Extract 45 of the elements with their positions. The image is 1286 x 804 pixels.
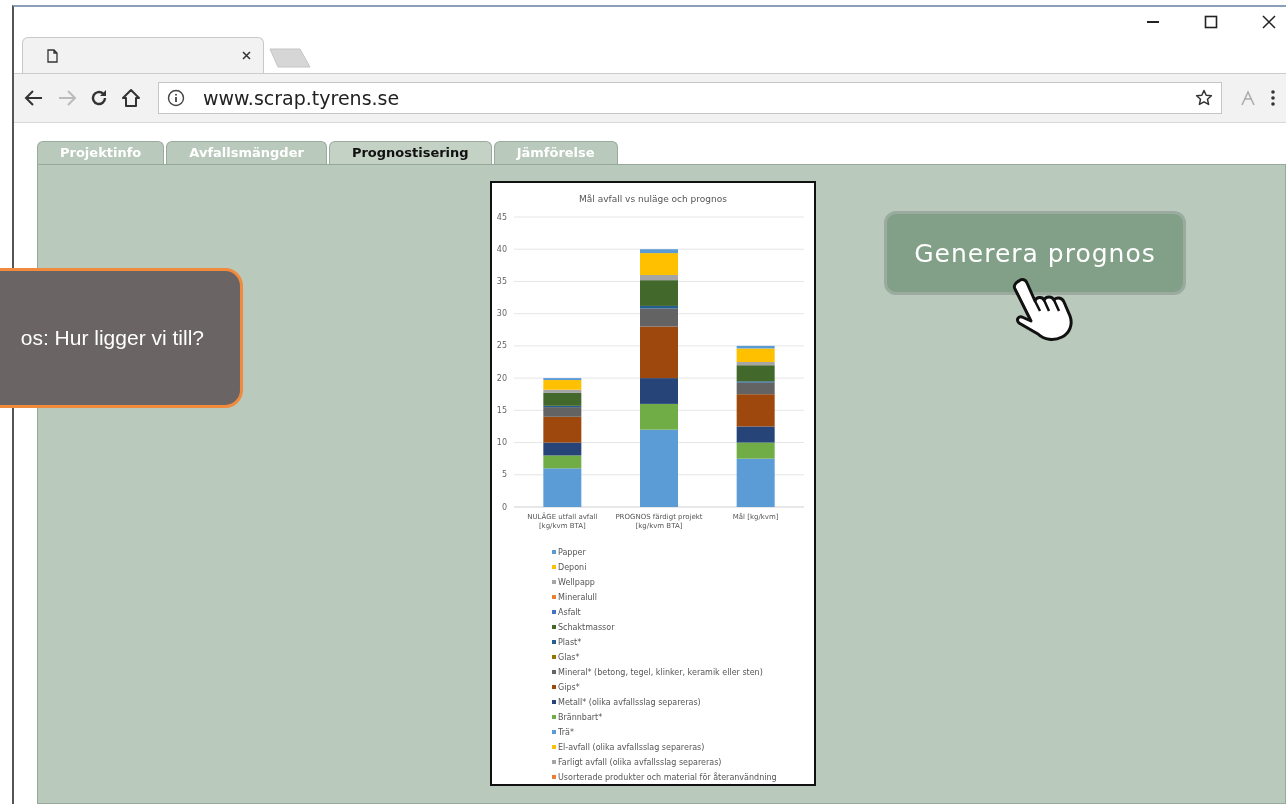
close-icon[interactable] [242,51,251,60]
axis-tick-label: 30 [496,309,507,319]
axis-tick-label: 0 [501,502,507,512]
axis-tick-label: 20 [496,373,507,383]
back-icon[interactable] [24,89,44,107]
axis-tick-label: 45 [496,212,507,222]
page-tab[interactable]: Avfallsmängder [166,141,327,164]
legend-label: Usorterade produkter och material för återanvändning [558,772,777,782]
axis-tick-label: 40 [496,244,507,254]
menu-icon[interactable] [1270,89,1276,107]
legend-label: Brännbart* [558,712,603,722]
legend-label: Papper [558,547,586,557]
legend-label: Farligt avfall (olika avfallsslag separeras) [558,757,722,767]
legend-label: Asfalt [558,607,581,617]
address-bar[interactable]: www.scrap.tyrens.se [158,82,1222,114]
legend-label: El-avfall (olika avfallsslag separeras) [558,742,705,752]
callout-text: os: Hur ligger vi till? [20,326,204,350]
legend-label: Trä* [558,727,574,737]
axis-tick-label: 10 [496,438,507,448]
axis-tick-label: 25 [496,341,507,351]
page-icon [47,48,58,63]
axis-tick-label: 35 [496,276,507,286]
legend-label: Wellpapp [558,577,595,587]
home-icon[interactable] [121,88,141,108]
reload-icon[interactable] [90,89,108,107]
legend-label: Metall* (olika avfallsslag separeras) [558,697,701,707]
legend-label: Plast* [558,637,582,647]
page-tab[interactable]: Prognostisering [328,141,492,164]
legend-label: Gips* [558,682,580,692]
chart-title: Mål avfall vs nuläge och prognos [579,194,727,204]
legend-label: Deponi [558,562,587,572]
legend-label: Schaktmassor [558,622,615,632]
generate-button[interactable]: Generera prognos [884,211,1186,295]
legend-label: Glas* [558,652,580,662]
star-icon[interactable] [1195,89,1213,107]
legend-label: Mineral* (betong, tegel, klinker, keramik eller sten) [558,667,763,677]
legend-label: Mineralull [558,592,598,602]
maximize-icon[interactable] [1204,15,1218,29]
close-icon[interactable] [1262,15,1276,29]
url-text: www.scrap.tyrens.se [203,87,401,109]
page-tab[interactable]: Projektinfo [37,141,165,164]
page-tab[interactable]: Jämförelse [493,141,618,164]
axis-tick-label: 15 [496,405,507,415]
axis-tick-label: 5 [501,470,507,480]
info-icon[interactable] [167,89,185,107]
